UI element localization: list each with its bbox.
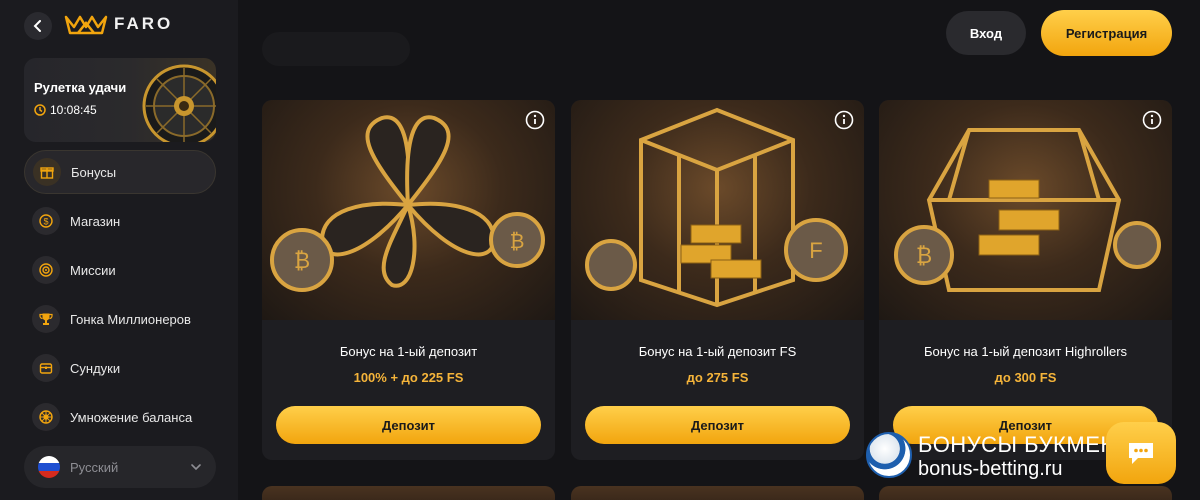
register-button[interactable]: Регистрация — [1041, 10, 1172, 56]
chevron-down-icon — [191, 464, 201, 471]
sidebar-item-label: Бонусы — [71, 164, 117, 180]
sidebar-item-shop[interactable]: $ Магазин — [24, 199, 216, 243]
target-icon — [32, 256, 60, 284]
card-title: Бонус на 1-ый депозит FS — [638, 344, 797, 359]
multiply-icon — [32, 403, 60, 431]
bonus-card-partial — [571, 486, 864, 500]
info-icon[interactable] — [525, 110, 545, 135]
clover-with-coins-image: ₿ ₿ — [262, 100, 555, 320]
bonus-card-partial — [879, 486, 1172, 500]
sidebar-item-millionaire-race[interactable]: Гонка Миллионеров — [24, 297, 216, 341]
glass-box-gold-bars-image: F — [571, 100, 864, 320]
sidebar-item-label: Миссии — [70, 262, 116, 278]
chest-icon — [32, 354, 60, 382]
logo-text: FARO — [114, 14, 174, 33]
chat-icon — [1129, 443, 1153, 464]
bonus-card: F Бонус на 1-ый депозит FS до 275 FS Деп… — [571, 100, 864, 460]
deposit-button[interactable]: Депозит — [276, 406, 541, 444]
language-label: Русский — [70, 459, 119, 475]
svg-text:F: F — [809, 238, 822, 263]
glass-box-illustration: F — [585, 107, 848, 308]
tab-bar — [262, 32, 410, 66]
svg-text:₿: ₿ — [294, 248, 310, 273]
bonus-card: ₿ ₿ Бонус на 1-ый депозит 100% + до 225 … — [262, 100, 555, 460]
bonus-card: ₿ Бонус на 1-ый депозит Highrollers до 3… — [879, 100, 1172, 460]
chevron-left-icon — [33, 20, 41, 32]
clover-illustration: ₿ ₿ — [270, 115, 545, 292]
deposit-button[interactable]: Депозит — [585, 406, 850, 444]
gift-icon — [33, 158, 61, 186]
bonus-card-partial — [262, 486, 555, 500]
card-amount: 100% + до 225 FS — [353, 370, 464, 385]
roulette-title: Рулетка удачи — [34, 80, 127, 95]
sidebar-nav: Бонусы $ Магазин Миссии Гонка Миллионеро… — [24, 150, 216, 444]
sidebar-item-label: Гонка Миллионеров — [70, 311, 191, 327]
sidebar-item-missions[interactable]: Миссии — [24, 248, 216, 292]
svg-text:$: $ — [43, 217, 48, 227]
glass-chest-gold-bars-image: ₿ — [879, 100, 1172, 320]
sidebar-item-bonuses[interactable]: Бонусы — [24, 150, 216, 194]
coin-icon: $ — [32, 207, 60, 235]
back-button[interactable] — [24, 12, 52, 40]
glass-chest-illustration: ₿ — [894, 128, 1161, 292]
logo[interactable]: FARO — [64, 13, 173, 35]
roulette-card[interactable]: Рулетка удачи 10:08:45 — [24, 58, 216, 142]
svg-text:₿: ₿ — [510, 231, 525, 253]
sidebar-item-label: Умножение баланса — [70, 409, 193, 425]
crown-logo-icon — [64, 15, 108, 35]
trophy-icon — [32, 305, 60, 333]
sidebar-item-chests[interactable]: Сундуки — [24, 346, 216, 390]
sidebar: FARO Рулетка удачи 10:08:45 Бонусы $ Маг… — [0, 0, 238, 500]
chat-button[interactable] — [1106, 422, 1176, 484]
app: FARO Рулетка удачи 10:08:45 Бонусы $ Маг… — [0, 0, 1200, 500]
sidebar-item-label: Сундуки — [70, 360, 121, 376]
roulette-timer-value: 10:08:45 — [50, 103, 97, 117]
svg-text:₿: ₿ — [916, 243, 932, 268]
card-title: Бонус на 1-ый депозит — [339, 344, 478, 359]
clock-icon — [34, 104, 46, 116]
language-select[interactable]: Русский — [24, 446, 216, 488]
card-title: Бонус на 1-ый депозит Highrollers — [923, 344, 1128, 359]
card-amount: до 300 FS — [994, 370, 1057, 385]
login-button[interactable]: Вход — [946, 11, 1026, 55]
info-icon[interactable] — [834, 110, 854, 135]
watermark-url: bonus-betting.ru — [918, 458, 1063, 480]
info-icon[interactable] — [1142, 110, 1162, 135]
roulette-timer: 10:08:45 — [34, 103, 97, 117]
sidebar-item-label: Магазин — [70, 213, 121, 229]
sidebar-item-balance-multiply[interactable]: Умножение баланса — [24, 395, 216, 439]
roulette-wheel-icon — [142, 64, 216, 142]
card-amount: до 275 FS — [686, 370, 749, 385]
russia-flag-icon — [38, 456, 60, 478]
soccer-ball-icon — [866, 432, 912, 478]
